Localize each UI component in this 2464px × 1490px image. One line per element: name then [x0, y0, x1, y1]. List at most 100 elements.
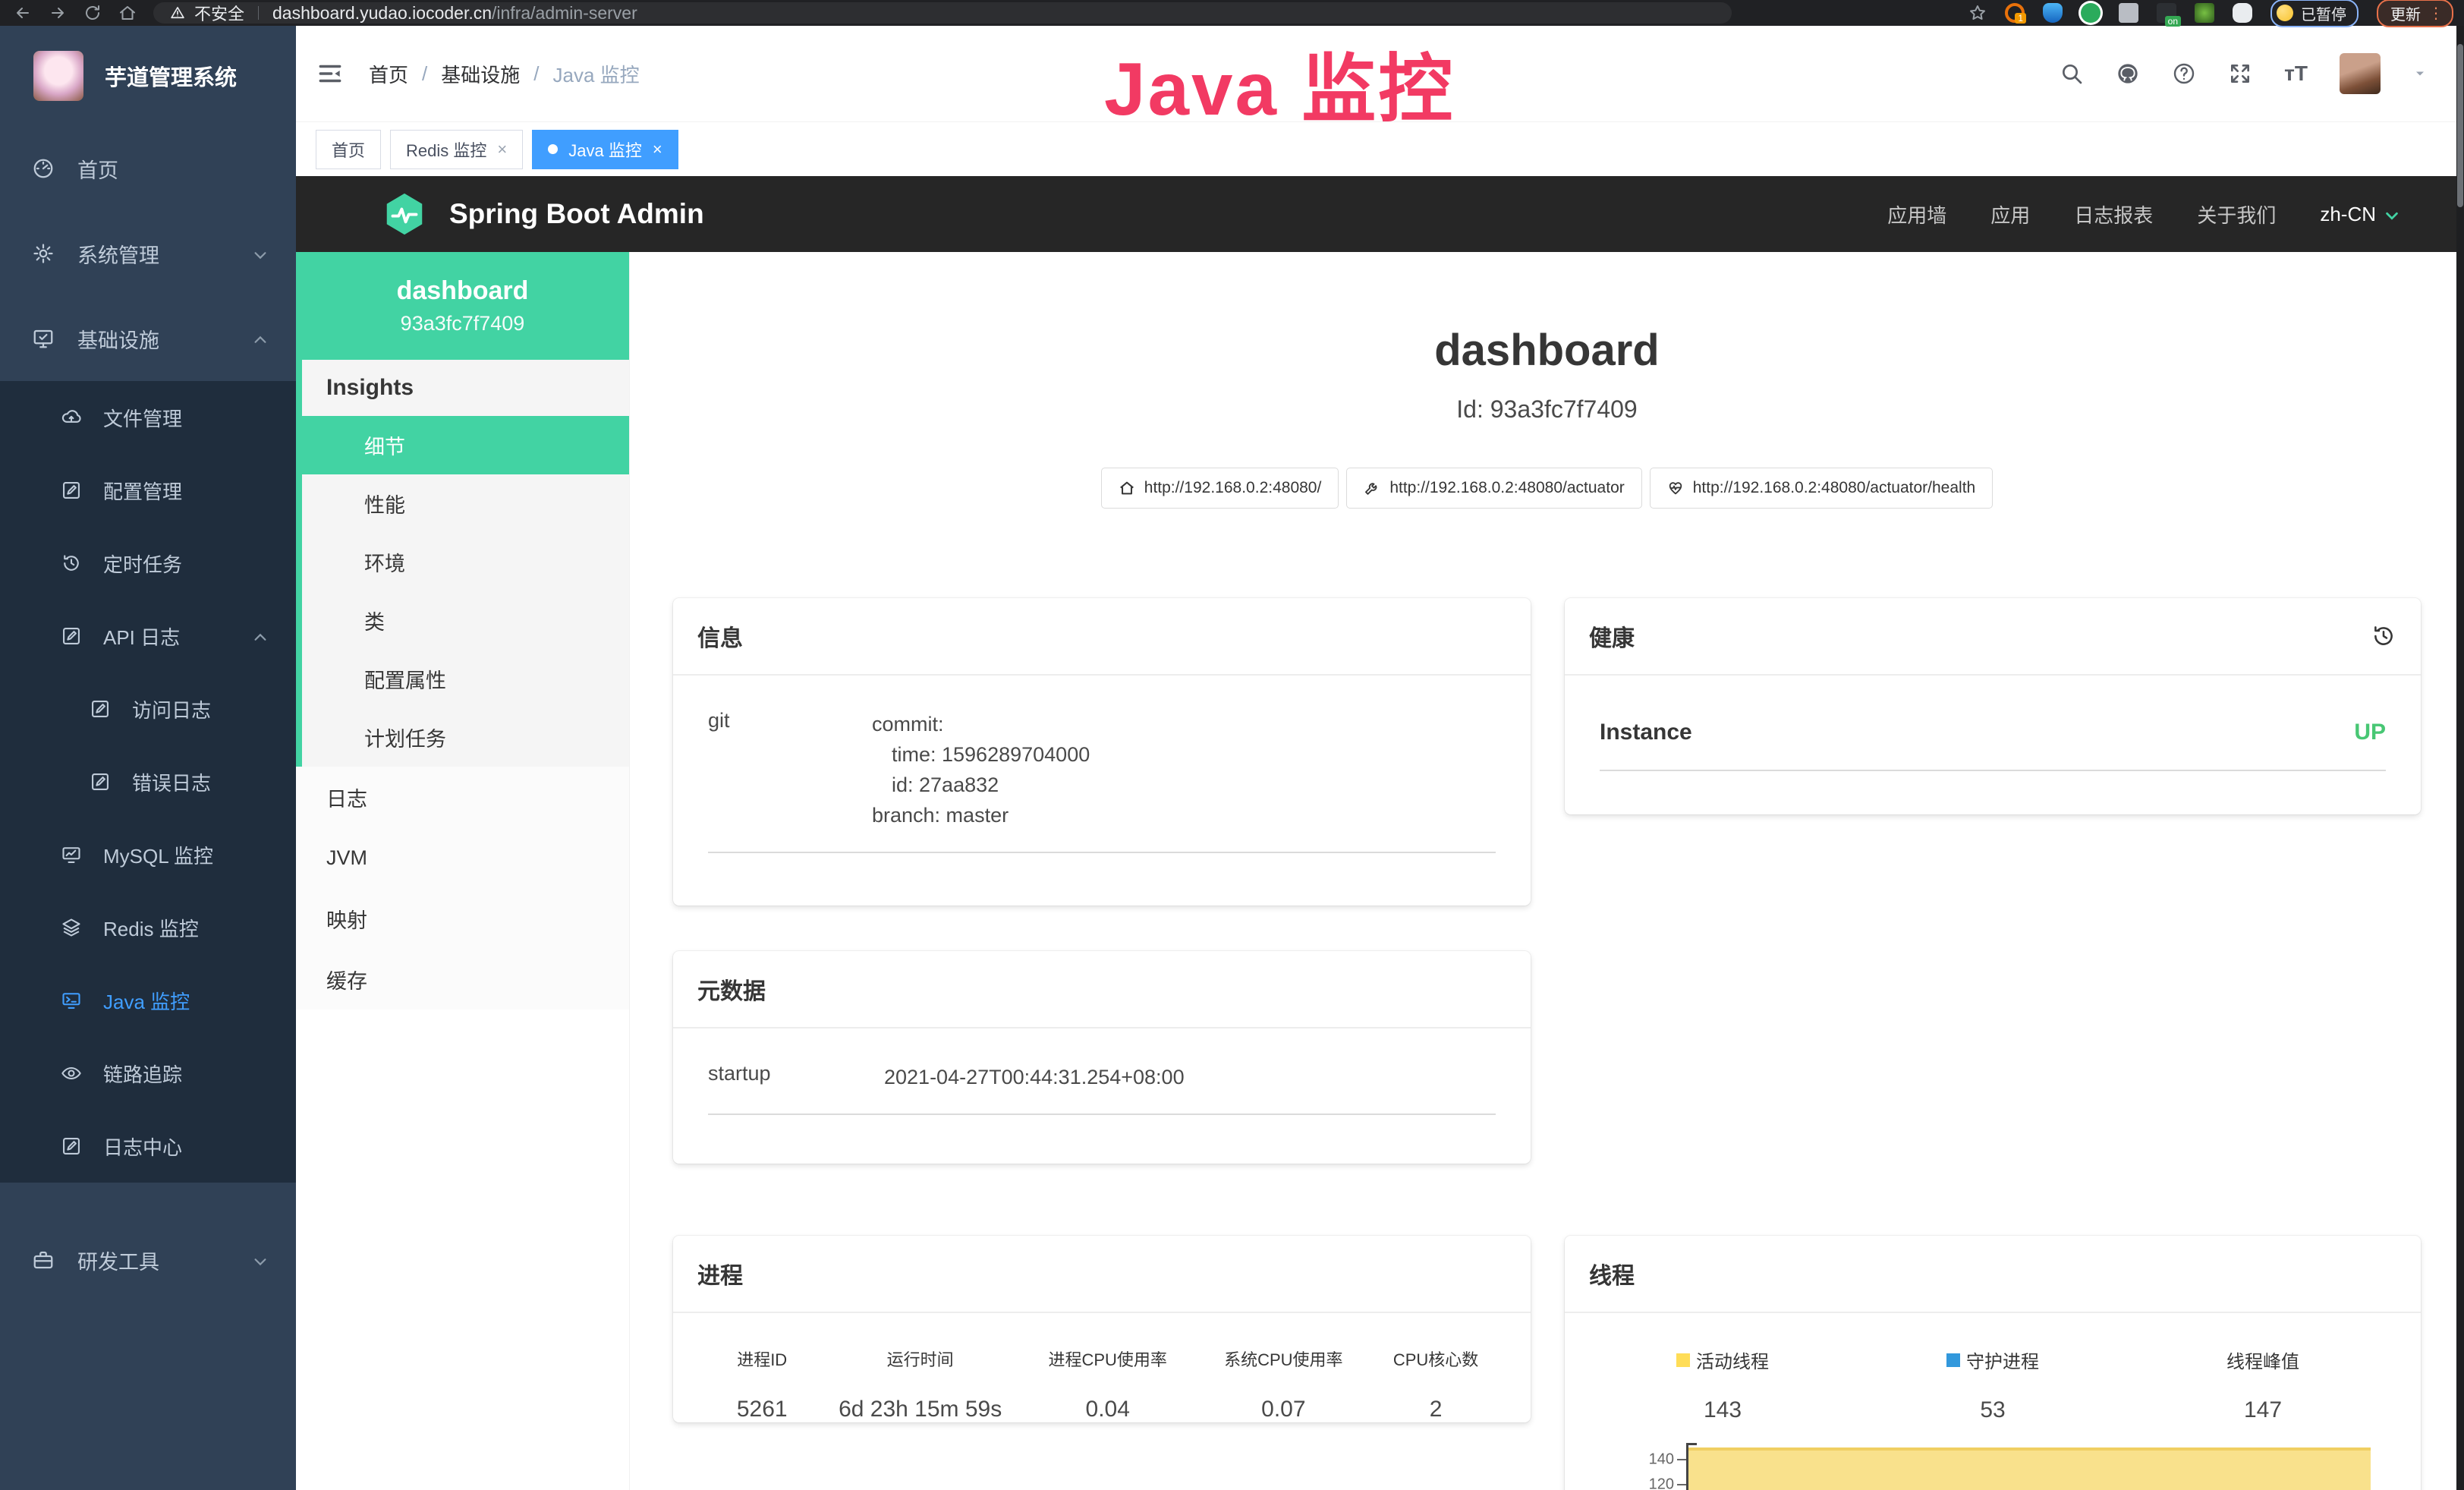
sidebar-item-trace[interactable]: 链路追踪	[0, 1037, 296, 1110]
sidebar-item-log-center[interactable]: 日志中心	[0, 1110, 296, 1183]
sba-nav-about[interactable]: 关于我们	[2197, 200, 2276, 228]
sidebar-submenu-infra: 文件管理 配置管理 定时任务 API 日志 访问日志 错误日志	[0, 381, 296, 1183]
sba-menu-logs[interactable]: 日志	[296, 767, 629, 827]
log-edit-icon	[90, 698, 111, 720]
extension-icon[interactable]: 1	[2005, 3, 2025, 23]
extension-icon[interactable]	[2195, 3, 2214, 23]
sidebar-item-api-log[interactable]: API 日志	[0, 600, 296, 673]
instance-home-link[interactable]: http://192.168.0.2:48080/	[1101, 468, 1339, 509]
tab-home[interactable]: 首页	[316, 130, 381, 169]
sba-nav-journal[interactable]: 日志报表	[2074, 200, 2153, 228]
sba-menu-mappings[interactable]: 映射	[296, 888, 629, 949]
column-header: CPU核心数	[1371, 1347, 1500, 1371]
extension-icon[interactable]	[2081, 3, 2101, 23]
back-icon[interactable]	[14, 4, 32, 22]
extension-icon[interactable]	[2043, 3, 2063, 23]
page-url[interactable]: dashboard.yudao.iocoder.cn/infra/admin-s…	[272, 3, 637, 24]
extension-puzzle-icon[interactable]	[2233, 3, 2252, 23]
sba-body: dashboard 93a3fc7f7409 Insights 细节 性能 环境…	[296, 252, 2464, 1490]
forward-icon[interactable]	[49, 4, 67, 22]
process-col-system-cpu: 系统CPU使用率 0.07	[1196, 1347, 1372, 1422]
sidebar-item-job[interactable]: 定时任务	[0, 527, 296, 600]
health-status-up: UP	[2354, 720, 2386, 745]
tab-java-active[interactable]: Java 监控 ×	[532, 130, 678, 169]
sidebar-item-access-log[interactable]: 访问日志	[0, 673, 296, 745]
screen: 不安全 dashboard.yudao.iocoder.cn/infra/adm…	[0, 0, 2464, 1490]
metadata-value: 2021-04-27T00:44:31.254+08:00	[884, 1062, 1496, 1092]
sba-menu-caches[interactable]: 缓存	[296, 949, 629, 1010]
security-label[interactable]: 不安全	[194, 1, 244, 25]
url-host: dashboard.yudao.iocoder.cn	[272, 3, 492, 23]
help-icon[interactable]	[2172, 61, 2196, 86]
app-logo-row[interactable]: 芋道管理系统	[0, 26, 296, 126]
git-commit-line: commit:	[872, 709, 1496, 739]
sba-menu-details-active[interactable]: 细节	[302, 416, 629, 474]
log-edit-icon	[61, 625, 82, 647]
sidebar-item-redis[interactable]: Redis 监控	[0, 891, 296, 964]
address-bar[interactable]: 不安全 dashboard.yudao.iocoder.cn/infra/adm…	[153, 2, 1732, 24]
sidebar-item-devtools[interactable]: 研发工具	[0, 1218, 296, 1303]
sba-instance-header[interactable]: dashboard 93a3fc7f7409	[296, 252, 629, 360]
card-body: 活动线程 143 守护进程 53 线程峰值 14	[1565, 1313, 2421, 1490]
browser-scrollbar[interactable]	[2456, 26, 2464, 1490]
user-avatar[interactable]	[2340, 53, 2381, 94]
heartbeat-icon	[1667, 480, 1684, 496]
cell-value: 2	[1371, 1397, 1500, 1422]
instance-actuator-link[interactable]: http://192.168.0.2:48080/actuator	[1346, 468, 1641, 509]
breadcrumb-infra[interactable]: 基础设施	[441, 60, 520, 88]
sba-brand-title[interactable]: Spring Boot Admin	[449, 198, 704, 230]
sba-nav-wallboard[interactable]: 应用墙	[1887, 200, 1946, 228]
sidebar-item-error-log[interactable]: 错误日志	[0, 745, 296, 818]
sba-nav-applications[interactable]: 应用	[1990, 200, 2030, 228]
instance-health-link[interactable]: http://192.168.0.2:48080/actuator/health	[1650, 468, 1993, 509]
metadata-card: 元数据 startup 2021-04-27T00:44:31.254+08:0…	[673, 951, 1531, 1164]
update-label: 更新	[2390, 2, 2421, 24]
instance-id: 93a3fc7f7409	[401, 312, 525, 335]
history-icon[interactable]	[2371, 623, 2396, 649]
github-icon[interactable]	[2116, 61, 2140, 86]
sba-menu-configprops[interactable]: 配置属性	[302, 650, 629, 708]
user-menu-caret-icon[interactable]	[2412, 66, 2428, 81]
sidebar-item-java-active[interactable]: Java 监控	[0, 964, 296, 1037]
tab-close-icon[interactable]: ×	[653, 141, 662, 158]
legend-value: 147	[2244, 1397, 2282, 1423]
breadcrumb: 首页 / 基础设施 / Java 监控	[369, 60, 640, 88]
sba-menu-metrics[interactable]: 性能	[302, 474, 629, 533]
reload-icon[interactable]	[83, 4, 102, 22]
browser-menu-icon[interactable]: ⋮	[2428, 4, 2444, 23]
sba-locale-select[interactable]: zh-CN	[2320, 203, 2400, 226]
sba-menu-jvm[interactable]: JVM	[296, 827, 629, 888]
sidebar-item-mysql[interactable]: MySQL 监控	[0, 818, 296, 891]
metadata-label: startup	[708, 1062, 884, 1092]
sba-menu-environment[interactable]: 环境	[302, 533, 629, 591]
sidebar-item-label: 链路追踪	[103, 1060, 182, 1088]
extension-icon[interactable]	[2119, 3, 2138, 23]
url-divider	[258, 6, 259, 20]
home-icon[interactable]	[118, 4, 137, 22]
sidebar-item-system[interactable]: 系统管理	[0, 211, 296, 296]
sidebar-item-config[interactable]: 配置管理	[0, 454, 296, 527]
search-icon[interactable]	[2060, 61, 2084, 86]
bookmark-star-icon[interactable]	[1968, 4, 1987, 22]
tab-close-icon[interactable]: ×	[497, 141, 507, 158]
sba-menu-classes[interactable]: 类	[302, 591, 629, 650]
legend-label: 守护进程	[1966, 1347, 2039, 1373]
sidebar-collapse-icon[interactable]	[316, 59, 345, 88]
annotation-text: Java 监控	[1104, 29, 1455, 137]
sidebar-item-infra[interactable]: 基础设施	[0, 296, 296, 381]
font-size-icon[interactable]: тT	[2284, 61, 2308, 86]
sidebar-item-home[interactable]: 首页	[0, 126, 296, 211]
sba-menu-scheduled-tasks[interactable]: 计划任务	[302, 708, 629, 767]
extension-icon[interactable]: on	[2157, 3, 2176, 23]
app-logo	[33, 51, 83, 101]
card-header: 健康	[1565, 598, 2421, 676]
sidebar-item-label: 研发工具	[77, 1246, 159, 1275]
chrome-update-button[interactable]: 更新 ⋮	[2377, 0, 2453, 27]
sidebar-item-file[interactable]: 文件管理	[0, 381, 296, 454]
profile-paused-chip[interactable]: 已暂停	[2270, 0, 2359, 27]
scrollbar-thumb[interactable]	[2457, 44, 2463, 207]
tab-redis[interactable]: Redis 监控 ×	[390, 130, 523, 169]
info-card: 信息 git commit: time: 1596289704000 id: 2…	[673, 598, 1531, 906]
breadcrumb-home[interactable]: 首页	[369, 60, 408, 88]
fullscreen-icon[interactable]	[2228, 61, 2252, 86]
